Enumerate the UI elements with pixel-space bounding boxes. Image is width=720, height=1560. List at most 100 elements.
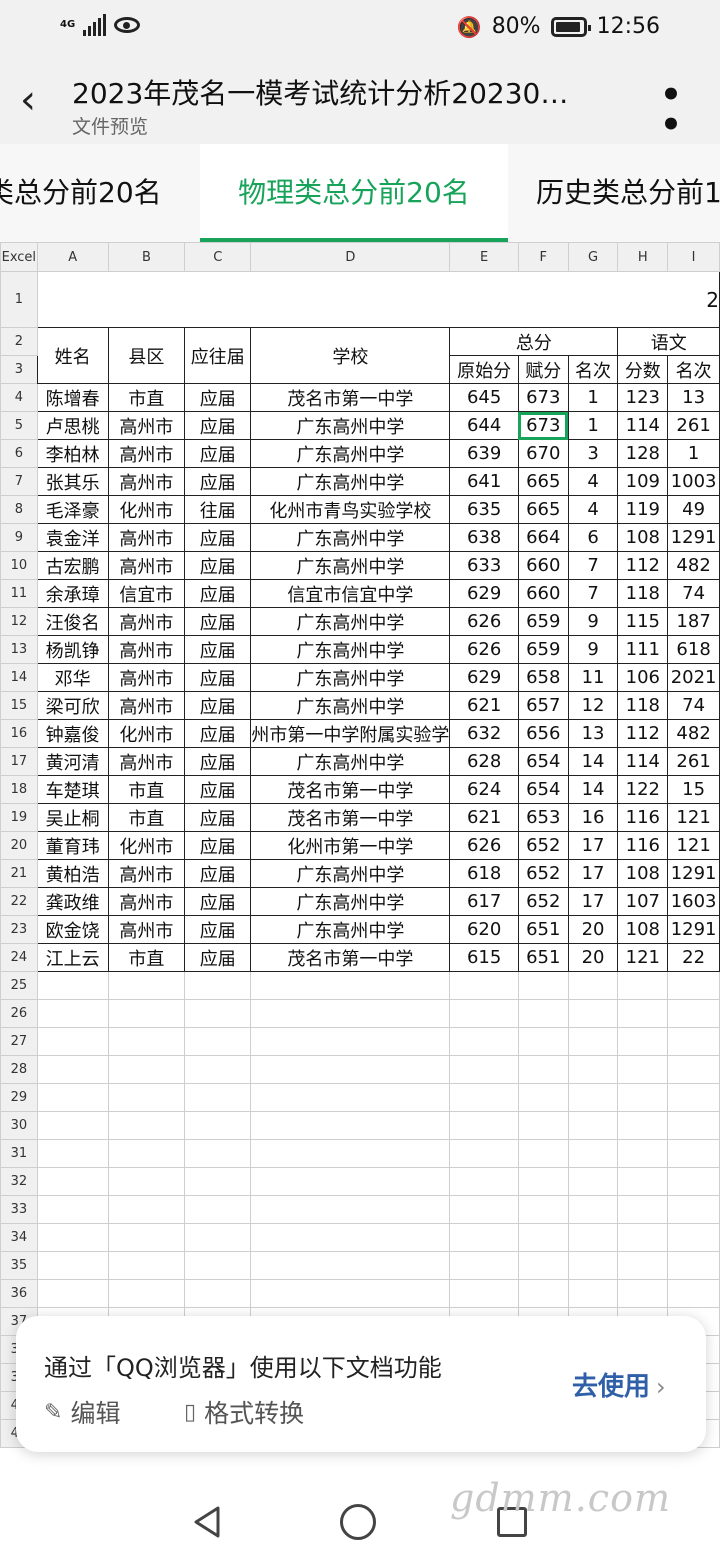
table-cell[interactable]: 13 [667,383,720,412]
tab-history-top20[interactable]: 历史类总分前1 [536,144,720,242]
table-cell[interactable] [667,1111,720,1140]
table-cell[interactable]: 618 [667,635,720,664]
table-cell[interactable]: 广东高州中学 [250,467,451,496]
row-header[interactable]: 4 [0,383,38,412]
table-cell[interactable] [617,1027,669,1056]
table-cell[interactable]: 应届 [184,691,252,720]
column-header[interactable]: E [449,242,519,272]
table-cell[interactable] [517,1083,569,1112]
row-header[interactable]: 29 [0,1083,38,1112]
table-cell[interactable]: 1603 [667,887,720,916]
row-header[interactable]: 8 [0,495,38,524]
header-scaled-score[interactable]: 赋分 [517,355,569,384]
column-header[interactable]: G [567,242,619,272]
table-cell[interactable] [567,1083,619,1112]
table-cell[interactable]: 128 [617,439,669,468]
table-cell[interactable]: 112 [617,551,669,580]
table-cell[interactable] [517,1195,569,1224]
row-header[interactable]: 31 [0,1139,38,1168]
table-cell[interactable] [107,1279,186,1308]
table-cell[interactable]: 高州市 [107,691,186,720]
table-cell[interactable] [250,1027,451,1056]
table-cell[interactable]: 482 [667,719,720,748]
table-cell[interactable] [617,971,669,1000]
table-cell[interactable] [107,1223,186,1252]
table-cell[interactable]: 74 [667,691,720,720]
table-cell[interactable] [107,999,186,1028]
table-cell[interactable]: 7 [567,579,619,608]
column-header[interactable]: D [250,242,451,272]
table-cell[interactable] [449,1195,519,1224]
table-cell[interactable]: 261 [667,411,720,440]
table-cell[interactable] [567,1167,619,1196]
table-cell[interactable]: 15 [667,775,720,804]
table-cell[interactable] [617,1111,669,1140]
table-cell[interactable]: 16 [567,803,619,832]
tab-physics-top20[interactable]: 物理类总分前20名 [200,144,508,242]
row-header[interactable]: 17 [0,747,38,776]
table-cell[interactable]: 673 [517,411,569,440]
table-cell[interactable]: 2021 [667,663,720,692]
table-cell[interactable]: 高州市 [107,551,186,580]
table-cell[interactable]: 109 [617,467,669,496]
table-cell[interactable]: 660 [517,551,569,580]
table-cell[interactable]: 市直 [107,943,186,972]
table-cell[interactable] [107,1083,186,1112]
table-cell[interactable]: 化州市 [107,831,186,860]
table-cell[interactable]: 梁可欣 [36,691,109,720]
table-cell[interactable]: 652 [517,831,569,860]
row-header[interactable]: 28 [0,1055,38,1084]
table-cell[interactable]: 州市第一中学附属实验学 [250,719,451,748]
table-cell[interactable]: 信宜市信宜中学 [250,579,451,608]
table-cell[interactable] [250,971,451,1000]
table-cell[interactable]: 628 [449,747,519,776]
column-header[interactable]: H [617,242,669,272]
table-cell[interactable]: 11 [567,663,619,692]
table-cell[interactable] [567,1195,619,1224]
row-header[interactable]: 3 [0,355,38,384]
table-cell[interactable]: 673 [517,383,569,412]
table-cell[interactable]: 664 [517,523,569,552]
table-cell[interactable]: 毛泽豪 [36,495,109,524]
table-cell[interactable]: 江上云 [36,943,109,972]
table-cell[interactable] [517,1223,569,1252]
table-cell[interactable] [36,1139,109,1168]
table-cell[interactable] [36,1111,109,1140]
table-cell[interactable]: 广东高州中学 [250,887,451,916]
table-cell[interactable] [517,971,569,1000]
table-cell[interactable]: 1 [567,383,619,412]
table-cell[interactable] [617,1195,669,1224]
spreadsheet-view[interactable]: Excel A B C D E F G H I 1 2 2 姓名 县区 应往届 学校 总分 语文 3 原始分 赋分 名次 分数… [0,242,720,1480]
table-cell[interactable]: 17 [567,887,619,916]
table-cell[interactable] [107,971,186,1000]
table-cell[interactable]: 高州市 [107,411,186,440]
table-cell[interactable] [667,971,720,1000]
table-cell[interactable] [667,1139,720,1168]
table-cell[interactable]: 应届 [184,887,252,916]
table-cell[interactable]: 广东高州中学 [250,439,451,468]
table-cell[interactable]: 卢思桃 [36,411,109,440]
row-header[interactable]: 27 [0,1027,38,1056]
table-cell[interactable] [184,999,252,1028]
table-cell[interactable] [617,1139,669,1168]
row-header[interactable]: 1 [0,271,38,328]
row-header[interactable]: 35 [0,1251,38,1280]
table-cell[interactable]: 121 [667,831,720,860]
table-cell[interactable] [517,1055,569,1084]
table-cell[interactable]: 高州市 [107,467,186,496]
table-cell[interactable]: 4 [567,495,619,524]
table-cell[interactable]: 3 [567,439,619,468]
table-cell[interactable]: 1291 [667,915,720,944]
table-cell[interactable]: 余承璋 [36,579,109,608]
table-cell[interactable]: 化州市青鸟实验学校 [250,495,451,524]
table-cell[interactable]: 108 [617,523,669,552]
table-cell[interactable]: 欧金饶 [36,915,109,944]
table-cell[interactable] [567,1111,619,1140]
table-cell[interactable]: 应届 [184,523,252,552]
table-cell[interactable] [107,1027,186,1056]
table-cell[interactable] [667,1279,720,1308]
table-cell[interactable]: 应届 [184,383,252,412]
table-cell[interactable]: 广东高州中学 [250,663,451,692]
table-cell[interactable]: 1003 [667,467,720,496]
table-cell[interactable] [36,1083,109,1112]
